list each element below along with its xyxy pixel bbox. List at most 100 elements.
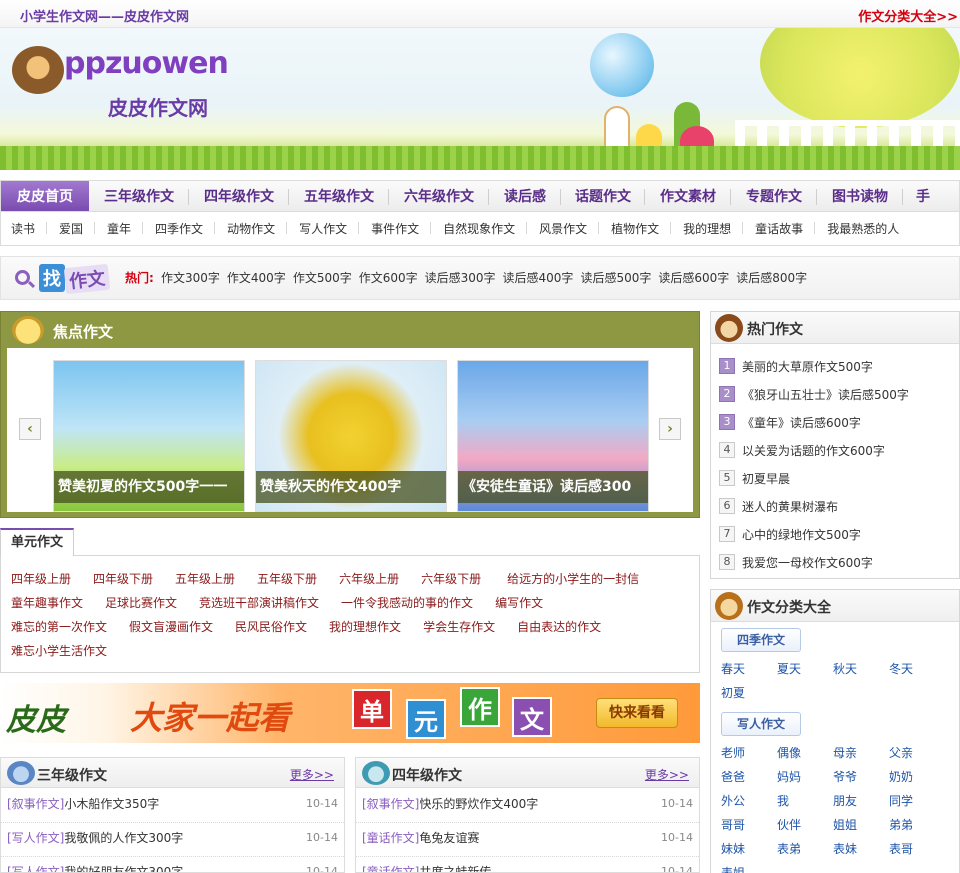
unit-link[interactable]: 足球比赛作文 [105, 594, 177, 611]
category-link[interactable]: 妈妈 [777, 768, 833, 786]
nav-grade3[interactable]: 三年级作文 [89, 181, 189, 211]
unit-link[interactable]: 编写作文 [495, 594, 543, 611]
subnav-item[interactable]: 四季作文 [143, 220, 216, 237]
hot-item-title[interactable]: 初夏早晨 [742, 470, 790, 487]
hot-item[interactable]: 2 《狼牙山五壮士》读后感500字 [719, 380, 909, 408]
item-tag[interactable]: [写人作文] [7, 831, 64, 845]
list-item[interactable]: [叙事作文]小木船作文350字 10-14 [1, 789, 344, 823]
category-link[interactable]: 哥哥 [721, 816, 777, 834]
hot-item[interactable]: 7 心中的绿地作文500字 [719, 520, 909, 548]
promo-banner[interactable]: 皮皮 大家一起看 单 元 作 文 快来看看 [0, 683, 700, 743]
category-link[interactable]: 父亲 [889, 744, 945, 762]
item-tag[interactable]: [叙事作文] [362, 797, 419, 811]
list-item[interactable]: [童话作文]龟兔友谊赛 10-14 [356, 823, 699, 857]
nav-grade6[interactable]: 六年级作文 [389, 181, 489, 211]
hot-item-title[interactable]: 美丽的大草原作文500字 [742, 358, 873, 375]
unit-link[interactable]: 五年级上册 [175, 570, 235, 587]
item-title[interactable]: 我敬佩的人作文300字 [64, 831, 183, 845]
subnav-item[interactable]: 自然现象作文 [431, 220, 528, 237]
category-link[interactable]: 妹妹 [721, 840, 777, 858]
nav-home[interactable]: 皮皮首页 [1, 181, 89, 211]
category-link[interactable]: 春天 [721, 660, 777, 678]
list-item[interactable]: [写人作文]我的好朋友作文300字 10-14 [1, 857, 344, 872]
unit-link[interactable]: 学会生存作文 [423, 618, 495, 635]
category-link[interactable]: 夏天 [777, 660, 833, 678]
hot-link[interactable]: 作文500字 [293, 269, 352, 286]
hot-item-title[interactable]: 迷人的黄果树瀑布 [742, 498, 838, 515]
unit-link[interactable]: 四年级下册 [93, 570, 153, 587]
hot-link[interactable]: 作文400字 [227, 269, 286, 286]
subnav-item[interactable]: 读书 [11, 220, 48, 237]
hot-item[interactable]: 3 《童年》读后感600字 [719, 408, 909, 436]
subnav-item[interactable]: 写人作文 [287, 220, 360, 237]
subnav-item[interactable]: 动物作文 [215, 220, 288, 237]
subnav-item[interactable]: 爱国 [47, 220, 96, 237]
list-item[interactable]: [童话作文]共度之蛙新传 10-14 [356, 857, 699, 872]
hot-link[interactable]: 读后感300字 [425, 269, 496, 286]
carousel-next-button[interactable]: › [659, 418, 681, 440]
category-link[interactable]: 表哥 [889, 840, 945, 858]
unit-link[interactable]: 给远方的小学生的一封信 [507, 570, 639, 587]
subnav-item[interactable]: 童年 [95, 220, 144, 237]
item-tag[interactable]: [童话作文] [362, 831, 419, 845]
nav-more[interactable]: 手 [903, 181, 943, 211]
hot-item[interactable]: 4 以关爱为话题的作文600字 [719, 436, 909, 464]
category-link[interactable]: 冬天 [889, 660, 945, 678]
hot-item-title[interactable]: 《童年》读后感600字 [742, 414, 861, 431]
focus-slide[interactable]: 赞美初夏的作文500字一一 [53, 360, 245, 512]
category-link[interactable]: 我 [777, 792, 833, 810]
search-icon[interactable] [15, 270, 30, 285]
category-link[interactable]: 偶像 [777, 744, 833, 762]
unit-link[interactable]: 一件令我感动的事的作文 [341, 594, 473, 611]
category-link[interactable]: 弟弟 [889, 816, 945, 834]
unit-link[interactable]: 假文盲漫画作文 [129, 618, 213, 635]
list-item[interactable]: [写人作文]我敬佩的人作文300字 10-14 [1, 823, 344, 857]
subnav-item[interactable]: 风景作文 [527, 220, 600, 237]
subnav-item[interactable]: 我的理想 [671, 220, 744, 237]
subnav-item[interactable]: 童话故事 [743, 220, 816, 237]
unit-link[interactable]: 四年级上册 [11, 570, 71, 587]
category-link[interactable]: 奶奶 [889, 768, 945, 786]
carousel-prev-button[interactable]: ‹ [19, 418, 41, 440]
category-link[interactable]: 爸爸 [721, 768, 777, 786]
focus-slide[interactable]: 《安徒生童话》读后感300 [457, 360, 649, 512]
hot-item[interactable]: 5 初夏早晨 [719, 464, 909, 492]
hot-link[interactable]: 读后感400字 [503, 269, 574, 286]
category-link[interactable]: 表姐 [721, 864, 777, 873]
item-tag[interactable]: [童话作文] [362, 865, 419, 872]
nav-grade4[interactable]: 四年级作文 [189, 181, 289, 211]
unit-link[interactable]: 自由表达的作文 [517, 618, 601, 635]
hot-link[interactable]: 读后感500字 [580, 269, 651, 286]
item-tag[interactable]: [写人作文] [7, 865, 64, 872]
category-group-label[interactable]: 写人作文 [721, 712, 801, 736]
category-link[interactable]: 外公 [721, 792, 777, 810]
grade3-more-link[interactable]: 更多>> [290, 766, 334, 783]
category-group-label[interactable]: 四季作文 [721, 628, 801, 652]
item-tag[interactable]: [叙事作文] [7, 797, 64, 811]
unit-link[interactable]: 六年级下册 [421, 570, 481, 587]
category-link[interactable]: 伙伴 [777, 816, 833, 834]
category-link[interactable]: 爷爷 [833, 768, 889, 786]
grade4-more-link[interactable]: 更多>> [645, 766, 689, 783]
subnav-item[interactable]: 事件作文 [359, 220, 432, 237]
category-link[interactable]: 秋天 [833, 660, 889, 678]
hot-item-title[interactable]: 以关爱为话题的作文600字 [742, 442, 885, 459]
unit-tab[interactable]: 单元作文 [0, 528, 75, 556]
ad-look-button[interactable]: 快来看看 [596, 698, 678, 728]
subnav-item[interactable]: 植物作文 [599, 220, 672, 237]
nav-grade5[interactable]: 五年级作文 [289, 181, 389, 211]
hot-link[interactable]: 读后感800字 [736, 269, 807, 286]
focus-slide[interactable]: 赞美秋天的作文400字 [255, 360, 447, 512]
category-link[interactable]: 老师 [721, 744, 777, 762]
item-title[interactable]: 快乐的野炊作文400字 [419, 797, 538, 811]
unit-link[interactable]: 童年趣事作文 [11, 594, 83, 611]
category-link[interactable]: 姐姐 [833, 816, 889, 834]
category-link[interactable]: 表弟 [777, 840, 833, 858]
nav-special[interactable]: 专题作文 [731, 181, 817, 211]
site-name-link[interactable]: 小学生作文网——皮皮作文网 [20, 6, 189, 25]
unit-link[interactable]: 民风民俗作文 [235, 618, 307, 635]
category-link[interactable]: 母亲 [833, 744, 889, 762]
hot-link[interactable]: 作文600字 [359, 269, 418, 286]
hot-item[interactable]: 8 我爱您一母校作文600字 [719, 548, 909, 576]
item-title[interactable]: 小木船作文350字 [64, 797, 159, 811]
